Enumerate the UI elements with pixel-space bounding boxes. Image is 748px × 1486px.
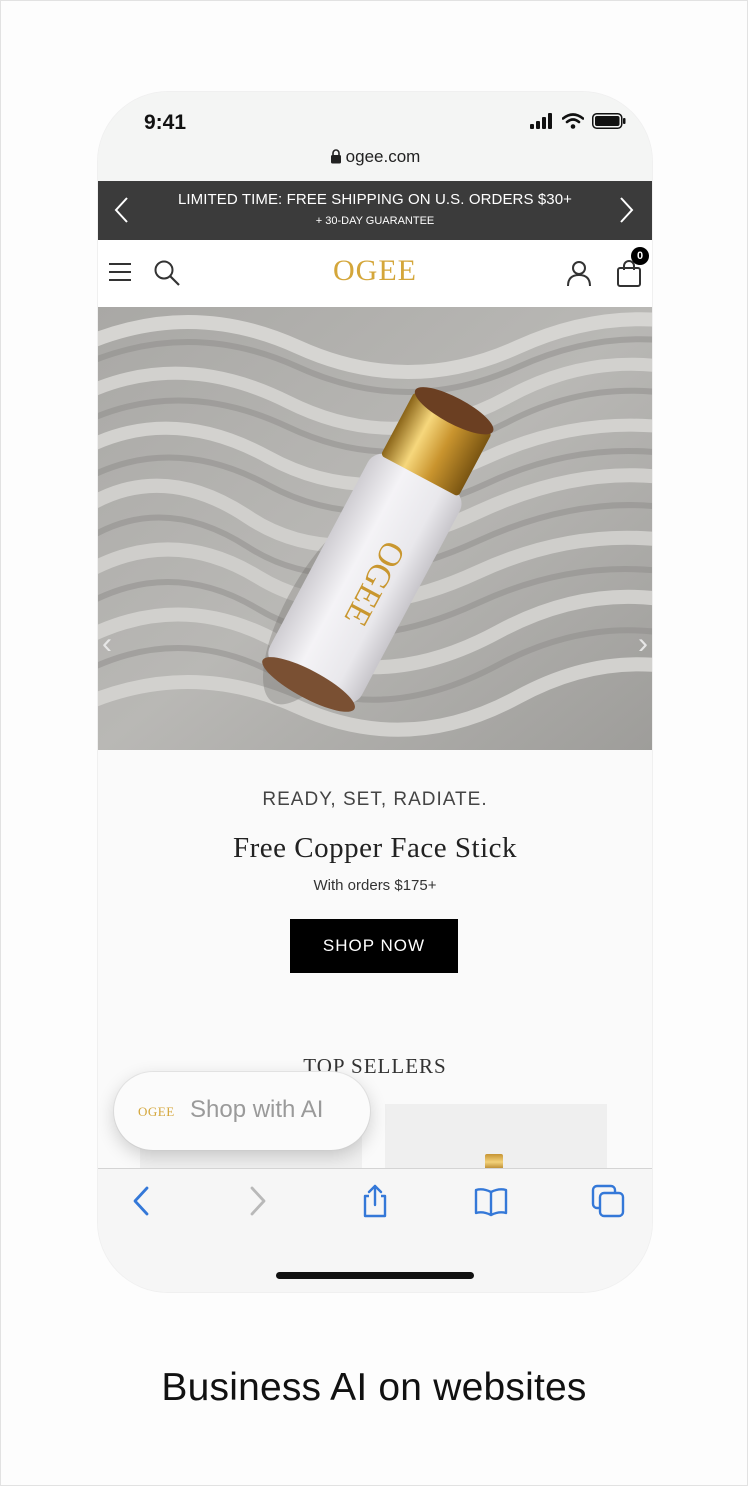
caption-text: Business AI on websites <box>161 1366 587 1409</box>
ai-brand-logo: OGEE <box>138 1104 175 1119</box>
promo-eyebrow: READY, SET, RADIATE. <box>262 789 488 810</box>
face-stick-product-image: OGEE <box>98 307 652 750</box>
share-icon[interactable] <box>357 1183 393 1219</box>
chevron-right-icon[interactable] <box>610 195 640 225</box>
back-arrow-icon[interactable] <box>123 1183 159 1219</box>
promo-headline: Free Copper Face Stick <box>232 832 517 864</box>
url-text: ogee.com <box>345 147 421 166</box>
shop-with-ai-label: Shop with AI <box>190 1096 324 1123</box>
bookmarks-icon[interactable] <box>473 1183 509 1219</box>
product-card[interactable] <box>385 1104 607 1170</box>
site-header: OGEE 0 <box>98 240 652 307</box>
address-bar[interactable]: ogee.com <box>98 147 652 167</box>
hero-image[interactable]: OGEE ‹ › <box>98 307 652 750</box>
account-icon[interactable] <box>564 258 594 288</box>
status-time: 9:41 <box>144 111 187 134</box>
battery-icon <box>592 113 626 129</box>
cart-count-badge: 0 <box>631 247 649 265</box>
status-bar: 9:41 ogee.com <box>98 92 652 182</box>
hero-prev-arrow[interactable]: ‹ <box>102 627 112 661</box>
promo-sub-text: + 30-DAY GUARANTEE <box>315 215 435 227</box>
promo-subline: With orders $175+ <box>313 877 437 894</box>
cellular-signal-icon <box>530 113 552 129</box>
shop-now-button[interactable]: SHOP NOW <box>290 919 458 973</box>
shop-with-ai-button[interactable]: OGEE Shop with AI <box>114 1072 370 1150</box>
phone-mockup: 9:41 ogee.com LIMITED TIME: FREE SHIPPIN… <box>98 92 652 1292</box>
hero-next-arrow[interactable]: › <box>638 627 648 661</box>
tabs-icon[interactable] <box>590 1183 626 1219</box>
forward-arrow-icon[interactable] <box>240 1183 276 1219</box>
status-icons <box>530 113 626 129</box>
lock-icon <box>330 149 341 164</box>
promo-main-text: LIMITED TIME: FREE SHIPPING ON U.S. ORDE… <box>177 191 573 208</box>
promo-bar: LIMITED TIME: FREE SHIPPING ON U.S. ORDE… <box>98 181 652 240</box>
wifi-icon <box>562 113 584 129</box>
home-indicator <box>276 1272 474 1279</box>
